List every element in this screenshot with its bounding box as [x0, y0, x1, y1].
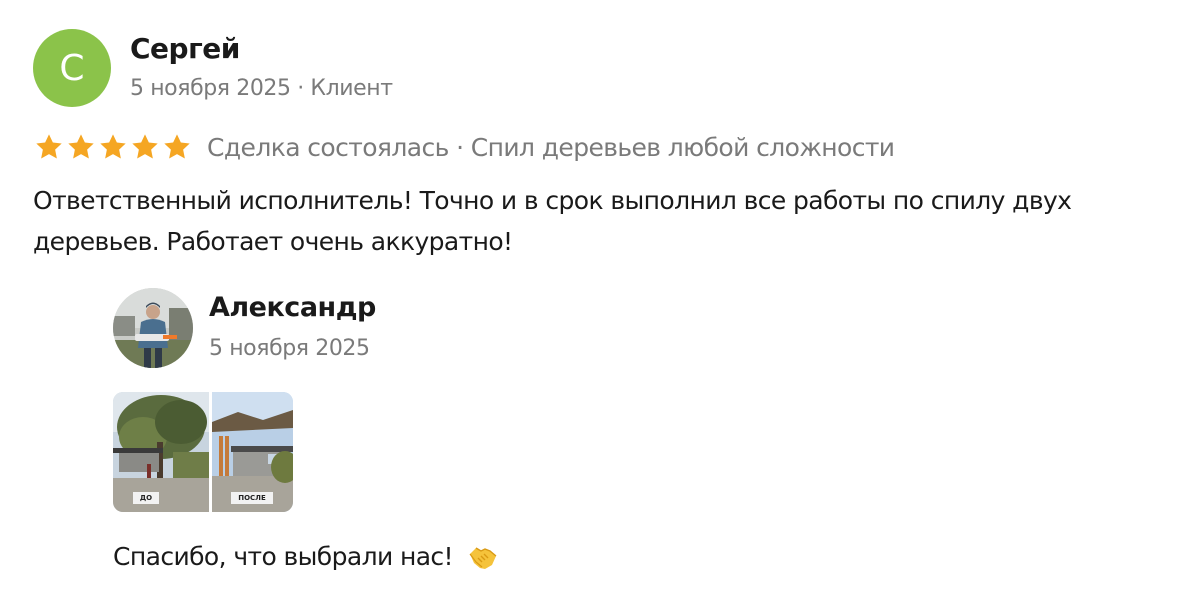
- worker-photo-icon: [113, 288, 193, 368]
- star-rating: [33, 131, 193, 163]
- reply-date: 5 ноября 2025: [209, 336, 370, 361]
- before-after-photo[interactable]: ДО ПОСЛЕ: [113, 392, 293, 512]
- replier-name[interactable]: Александр: [209, 292, 376, 323]
- review-text: Ответственный исполнитель! Точно и в сро…: [33, 186, 1072, 256]
- reviewer-name[interactable]: Сергей: [130, 32, 240, 65]
- reviewer-avatar[interactable]: С: [33, 29, 111, 107]
- replier-avatar[interactable]: [113, 288, 193, 368]
- star-icon: [33, 131, 65, 163]
- star-icon: [65, 131, 97, 163]
- star-icon: [97, 131, 129, 163]
- after-label: ПОСЛЕ: [231, 492, 273, 504]
- deal-info: Сделка состоялась · Спил деревьев любой …: [207, 132, 895, 162]
- review-card: С Сергей 5 ноября 2025 · Клиент Сделка с…: [0, 0, 1186, 614]
- handshake-icon: [467, 540, 499, 572]
- star-icon: [129, 131, 161, 163]
- before-label: ДО: [133, 492, 159, 504]
- reply-message-text: Спасибо, что выбрали нас!: [113, 541, 454, 571]
- reviewer-meta: 5 ноября 2025 · Клиент: [130, 76, 393, 101]
- rating-row: Сделка состоялась · Спил деревьев любой …: [33, 128, 895, 166]
- star-icon: [161, 131, 193, 163]
- reply-message: Спасибо, что выбрали нас!: [113, 540, 499, 572]
- reviewer-avatar-initial: С: [59, 47, 85, 89]
